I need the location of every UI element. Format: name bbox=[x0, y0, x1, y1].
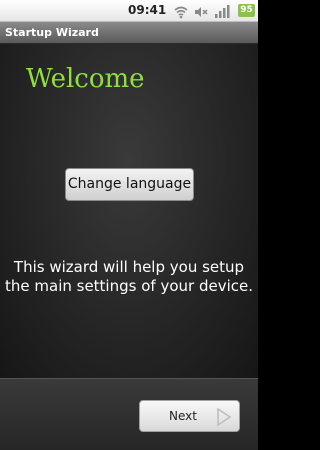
next-button-label: Next bbox=[169, 409, 197, 423]
wifi-icon bbox=[174, 4, 188, 23]
wizard-content: Welcome Change language This wizard will… bbox=[0, 44, 258, 378]
next-button[interactable]: Next bbox=[139, 400, 240, 432]
signal-icon bbox=[214, 4, 230, 23]
status-bar: 09:41 95 bbox=[0, 0, 258, 22]
welcome-heading: Welcome bbox=[26, 64, 145, 94]
chevron-right-icon bbox=[216, 407, 232, 431]
window-title: Startup Wizard bbox=[5, 26, 99, 39]
bottom-bar: Next bbox=[0, 378, 258, 450]
battery-icon: 95 bbox=[238, 4, 255, 17]
change-language-button[interactable]: Change language bbox=[65, 168, 194, 201]
status-time: 09:41 bbox=[128, 3, 167, 17]
wizard-description: This wizard will help you setup the main… bbox=[5, 258, 253, 295]
mute-icon bbox=[194, 4, 208, 23]
title-bar: Startup Wizard bbox=[0, 22, 258, 44]
